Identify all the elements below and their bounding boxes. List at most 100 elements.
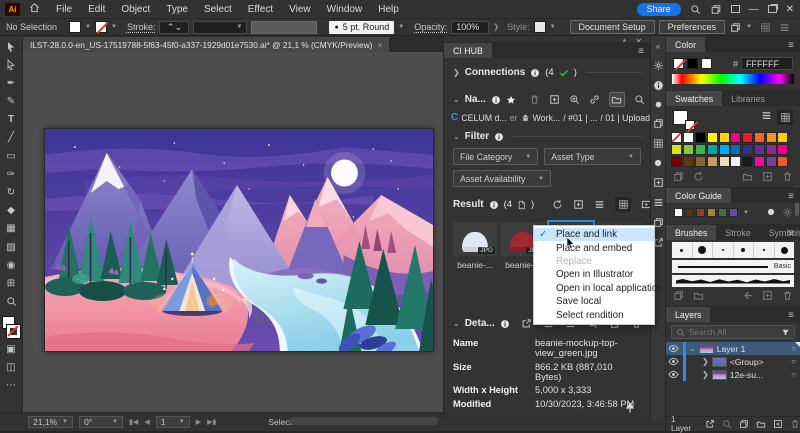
expand-panels-icon[interactable]: «	[656, 42, 660, 51]
swatch[interactable]	[729, 208, 738, 217]
preferences-button[interactable]: Preferences	[659, 20, 726, 34]
locate-object-icon[interactable]	[722, 419, 732, 429]
add-folder-icon[interactable]	[549, 94, 560, 105]
swatch-list-view-icon[interactable]	[761, 110, 772, 121]
tab-layers[interactable]: Layers	[666, 307, 710, 322]
tab-stroke[interactable]: Stroke	[716, 225, 759, 240]
draw-mode-button[interactable]: ▣	[3, 342, 20, 356]
new-color-group-icon[interactable]	[742, 171, 753, 182]
grid-view-button[interactable]	[615, 197, 631, 212]
chevron-down-icon[interactable]: ⌄	[689, 344, 696, 353]
swatch[interactable]	[742, 144, 753, 155]
info-icon[interactable]	[489, 200, 499, 210]
swatch[interactable]	[730, 156, 741, 167]
refresh-icon[interactable]	[552, 199, 563, 210]
line-segment-tool[interactable]: ╱	[3, 131, 20, 145]
swatch-themes-icon[interactable]	[693, 171, 704, 182]
eyedropper-tool[interactable]: ◉	[3, 258, 20, 272]
fill-dropdown-icon[interactable]: ▼	[85, 24, 91, 30]
menu-object[interactable]: Object	[113, 2, 158, 17]
mesh-tool[interactable]: ▦	[3, 222, 20, 236]
menu-effect[interactable]: Effect	[240, 2, 281, 17]
swatch[interactable]	[719, 132, 730, 143]
shape-builder-tool[interactable]: ◆	[3, 204, 20, 218]
favorite-star-icon[interactable]	[506, 95, 516, 105]
swatch[interactable]	[766, 132, 777, 143]
menu-item-select-rendition[interactable]: Select rendition	[534, 308, 654, 321]
horizontal-scrollbar[interactable]	[290, 417, 438, 425]
edit-toolbar-button[interactable]: ⋯	[3, 378, 20, 392]
menu-item-open-in-illustrator[interactable]: Open in Illustrator	[534, 268, 654, 281]
info-icon[interactable]	[491, 95, 501, 105]
thumbnail-plus-icon[interactable]	[573, 199, 584, 210]
cihub-menu-icon[interactable]: ≡	[638, 46, 644, 57]
menu-window[interactable]: Window	[319, 2, 371, 17]
asset-name[interactable]: beanie-...	[453, 260, 497, 270]
gradient-tool[interactable]: ▧	[3, 240, 20, 254]
asset-type-select[interactable]: Asset Type▼	[544, 148, 641, 165]
brush-dropdown-icon[interactable]: ▼	[398, 24, 404, 30]
tab-cihub[interactable]: CI HUB	[444, 43, 492, 58]
color-white-swatch[interactable]	[701, 58, 712, 69]
rotation-select[interactable]: 0°▼	[79, 416, 123, 428]
style-swatch[interactable]	[534, 21, 546, 33]
open-external-icon[interactable]	[521, 318, 532, 329]
tab-swatches[interactable]: Swatches	[666, 91, 722, 106]
stroke-label[interactable]: Stroke:	[127, 22, 156, 32]
workspace-switcher-icon[interactable]	[779, 22, 790, 33]
swatch[interactable]	[754, 132, 765, 143]
stroke-proxy[interactable]	[7, 325, 20, 338]
swatch[interactable]	[683, 156, 694, 167]
transform-panel-icon[interactable]	[653, 177, 664, 188]
home-icon[interactable]	[521, 113, 530, 122]
swatch[interactable]	[777, 132, 788, 143]
opacity-field[interactable]: 100%	[451, 21, 489, 34]
swatch[interactable]	[777, 156, 788, 167]
swatch[interactable]	[742, 156, 753, 167]
artboard-tool[interactable]: ⊞	[3, 276, 20, 290]
swatch[interactable]	[707, 156, 718, 167]
connections-section-header[interactable]: ❯ Connections (4 )	[444, 67, 650, 78]
layer-row[interactable]: ❯ <Group> ○	[666, 355, 800, 368]
curvature-tool[interactable]: ✎	[3, 95, 20, 109]
swatches-panel-icon[interactable]	[653, 118, 664, 129]
swatch[interactable]	[766, 144, 777, 155]
arrange-documents-icon[interactable]	[729, 22, 742, 33]
swatches-fill-proxy[interactable]	[673, 110, 695, 130]
brush-libraries-icon[interactable]	[673, 290, 684, 301]
layers-search[interactable]	[671, 325, 795, 339]
swatch[interactable]	[695, 156, 706, 167]
fill-swatch[interactable]	[69, 21, 81, 33]
list-view-icon[interactable]	[594, 199, 605, 210]
file-category-select[interactable]: File Category▼	[453, 148, 538, 165]
swatch[interactable]	[671, 132, 682, 143]
home-icon[interactable]	[29, 2, 40, 16]
color-none-swatch[interactable]	[673, 58, 684, 69]
menu-type[interactable]: Type	[158, 2, 196, 17]
chevron-right-icon[interactable]: ❯	[702, 370, 709, 379]
edit-colors-icon[interactable]	[782, 207, 793, 218]
selection-tool[interactable]	[3, 40, 20, 54]
touch-workspace-icon[interactable]	[760, 22, 771, 33]
layer-thumbnail[interactable]	[712, 370, 727, 380]
stroke-swatch[interactable]	[95, 21, 107, 33]
type-tool[interactable]: T	[3, 113, 20, 127]
document-tab[interactable]: ILST-28.0.0-en_US-17519788-5f63-45f0-a33…	[23, 37, 389, 52]
swatch[interactable]	[754, 144, 765, 155]
new-layer-icon[interactable]	[773, 419, 783, 429]
menu-edit[interactable]: Edit	[80, 2, 113, 17]
layer-thumbnail[interactable]	[712, 357, 727, 367]
visibility-eye-icon[interactable]	[668, 356, 679, 367]
asset-availability-select[interactable]: Asset Availability▼	[453, 170, 551, 187]
swatch[interactable]	[707, 132, 718, 143]
tab-brushes[interactable]: Brushes	[666, 225, 716, 240]
browse-folder-button[interactable]	[609, 92, 625, 107]
opacity-stepper-icon[interactable]: ❯	[493, 23, 499, 31]
arrange-dropdown-icon[interactable]: ▼	[746, 24, 752, 30]
breadcrumb-root[interactable]: Work...	[533, 113, 561, 123]
brush-group-icon[interactable]	[693, 290, 704, 301]
layer-name[interactable]: Layer 1	[717, 344, 746, 354]
swatch[interactable]	[674, 208, 683, 217]
tab-libraries[interactable]: Libraries	[722, 91, 774, 106]
color-menu-icon[interactable]: ≡	[788, 40, 794, 51]
